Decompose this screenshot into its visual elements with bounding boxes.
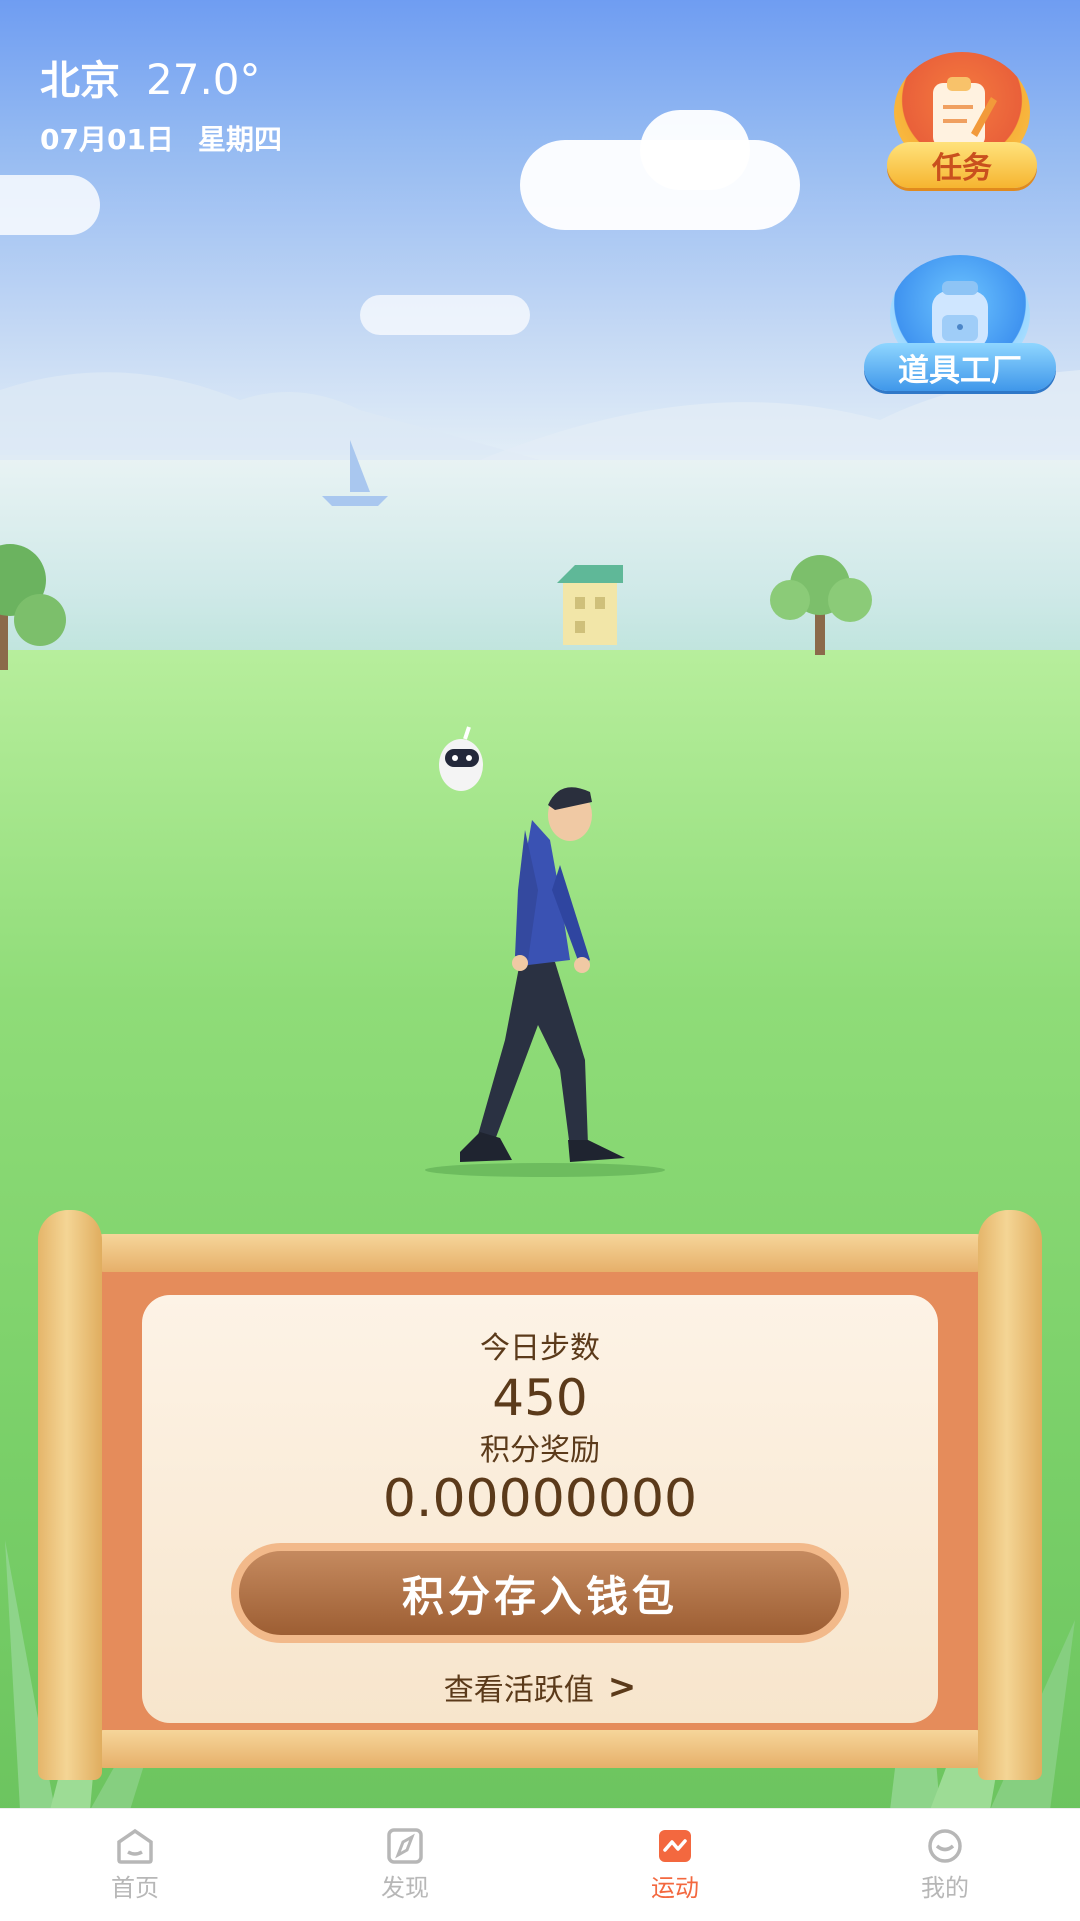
tool-factory-label: 道具工厂 (864, 343, 1056, 391)
cloud (0, 175, 100, 235)
task-button[interactable]: 任务 (882, 52, 1042, 212)
board-bottom-beam (88, 1730, 992, 1768)
tab-sports[interactable]: 运动 (540, 1809, 810, 1921)
home-icon (117, 1828, 153, 1864)
reward-label: 积分奖励 (480, 1433, 600, 1468)
tab-sports-label: 运动 (651, 1873, 699, 1902)
tab-mine[interactable]: 我的 (810, 1809, 1080, 1921)
tree (770, 555, 872, 655)
smile-icon (928, 1828, 962, 1863)
tree (0, 544, 66, 670)
steps-value: 450 (492, 1369, 588, 1427)
board-post-right (978, 1210, 1042, 1780)
board-post-left (38, 1210, 102, 1780)
activity-icon (659, 1829, 691, 1862)
tab-discover-label: 发现 (381, 1873, 429, 1902)
bottom-tab-bar: 首页 发现 运动 我的 (0, 1808, 1080, 1921)
view-activity-label: 查看活跃值 (443, 1673, 594, 1708)
cloud (640, 110, 750, 190)
deposit-to-wallet-button[interactable]: 积分存入钱包 (231, 1543, 849, 1643)
tool-factory-button[interactable]: 道具工厂 (860, 255, 1060, 415)
chevron-right-icon: > (607, 1667, 637, 1707)
date: 07月01日 (40, 123, 174, 156)
tab-home[interactable]: 首页 (0, 1809, 270, 1921)
walking-person (425, 787, 665, 1177)
weather-widget: 北京 27.0° 07月01日 星期四 (40, 48, 282, 158)
step-reward-board: 今日步数 450 积分奖励 0.00000000 积分存入钱包 查看活跃值 > (38, 1210, 1042, 1785)
city-name: 北京 (40, 58, 120, 104)
cloud (360, 295, 530, 335)
steps-label: 今日步数 (480, 1331, 600, 1366)
task-label: 任务 (887, 142, 1037, 188)
tab-mine-label: 我的 (921, 1873, 969, 1902)
weekday: 星期四 (197, 123, 282, 156)
compass-icon (387, 1827, 423, 1864)
reward-value: 0.00000000 (382, 1469, 698, 1529)
house (557, 565, 623, 645)
stats-card: 今日步数 450 积分奖励 0.00000000 积分存入钱包 查看活跃值 > (142, 1295, 938, 1723)
view-activity-link[interactable]: 查看活跃值 > (444, 1665, 637, 1709)
tab-discover[interactable]: 发现 (270, 1809, 540, 1921)
tab-home-label: 首页 (111, 1873, 159, 1902)
temperature: 27.0° (146, 55, 261, 104)
sailboat (322, 440, 388, 506)
board-top-beam (88, 1234, 992, 1272)
